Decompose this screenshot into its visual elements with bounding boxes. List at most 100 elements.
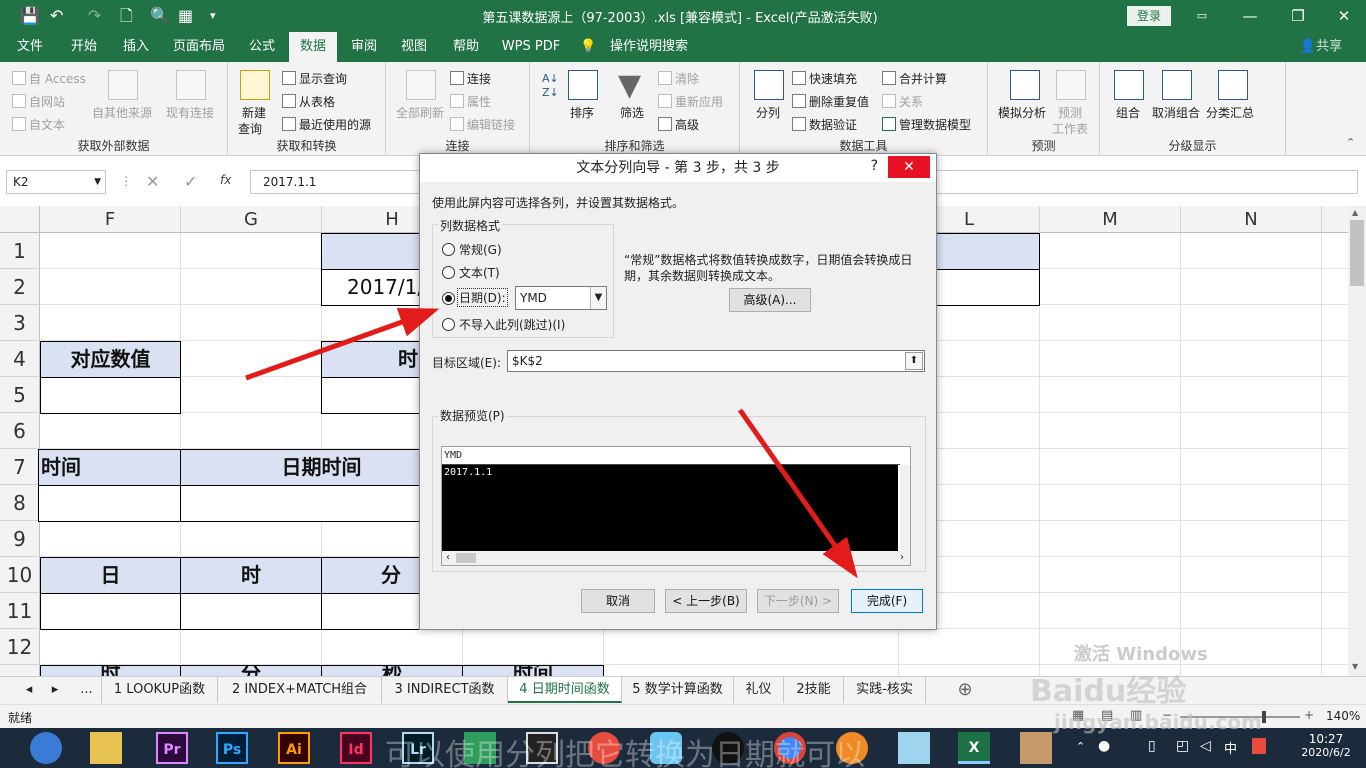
date-format-select[interactable]: YMD ▼: [515, 286, 607, 310]
tab-insert[interactable]: 插入: [114, 32, 158, 62]
sheet-tab-index-match[interactable]: 2 INDEX+MATCH组合: [218, 677, 382, 703]
cell-f7[interactable]: 时间: [38, 449, 181, 486]
collapse-ribbon-icon[interactable]: ⌃: [1346, 136, 1355, 149]
data-preview-box[interactable]: YMD 2017.1.1 ‹ ›: [441, 446, 911, 566]
save-icon[interactable]: 💾: [20, 6, 40, 26]
reapply-button[interactable]: 重新应用: [658, 93, 723, 110]
file-explorer-icon[interactable]: [90, 732, 122, 764]
cell-g13[interactable]: 分: [180, 665, 322, 676]
radio-date[interactable]: [442, 292, 455, 305]
destination-input[interactable]: $K$2 ⬆: [507, 350, 925, 372]
cell-g8[interactable]: [180, 485, 441, 522]
new-file-icon[interactable]: 🗋: [120, 6, 133, 26]
cell-f13[interactable]: 时: [40, 665, 181, 676]
row-header-5[interactable]: 5: [0, 377, 40, 413]
insert-function-icon[interactable]: fx: [220, 173, 231, 187]
preview-hscroll-thumb[interactable]: [456, 553, 476, 563]
tray-network-icon[interactable]: ◰: [1176, 738, 1189, 754]
cell-g7[interactable]: 日期时间: [180, 449, 441, 486]
sheet-tab-etiquette[interactable]: 礼仪: [734, 677, 784, 703]
row-header-12[interactable]: 12: [0, 629, 40, 665]
relationships-button[interactable]: 关系: [882, 93, 923, 110]
what-if-button[interactable]: 模拟分析: [998, 104, 1046, 121]
login-button[interactable]: 登录: [1127, 6, 1171, 26]
cell-f10[interactable]: 日: [40, 557, 181, 594]
select-all-corner[interactable]: [0, 206, 40, 233]
scroll-down-icon[interactable]: ▼: [1352, 662, 1358, 671]
sheet-more-button[interactable]: ...: [72, 677, 102, 703]
excel-icon[interactable]: X: [958, 732, 990, 764]
data-validation-button[interactable]: 数据验证: [792, 116, 857, 133]
row-header-6[interactable]: 6: [0, 413, 40, 449]
edit-links-button[interactable]: 编辑链接: [450, 116, 515, 133]
tray-battery-icon[interactable]: ▯: [1148, 738, 1156, 754]
tab-home[interactable]: 开始: [62, 32, 106, 62]
scroll-up-icon[interactable]: ▲: [1352, 208, 1358, 217]
tab-wps-pdf[interactable]: WPS PDF: [498, 32, 564, 62]
row-header-4[interactable]: 4: [0, 341, 40, 377]
existing-connections-button[interactable]: 现有连接: [166, 104, 214, 121]
sheet-tab-date-time[interactable]: 4 日期时间函数: [508, 677, 622, 703]
row-header-11[interactable]: 11: [0, 593, 40, 629]
radio-date-label[interactable]: 日期(D):: [457, 288, 508, 307]
chevron-down-icon[interactable]: ▼: [590, 287, 606, 309]
preview-vscroll[interactable]: [900, 465, 910, 551]
new-query-button[interactable]: 新建: [242, 104, 266, 121]
preview-column-data[interactable]: 2017.1.1: [442, 465, 898, 551]
name-box-dropdown-icon[interactable]: ▼: [94, 171, 101, 193]
row-header-1[interactable]: 1: [0, 233, 40, 269]
cell-h13[interactable]: 秒: [321, 665, 463, 676]
sheet-scroll-left-icon[interactable]: ◂: [18, 677, 40, 703]
tray-ime[interactable]: 中: [1224, 738, 1237, 757]
undo-icon[interactable]: ↶: [50, 6, 63, 26]
tray-volume-icon[interactable]: ◁: [1200, 738, 1211, 754]
scroll-thumb[interactable]: [1350, 220, 1364, 286]
scroll-left-icon[interactable]: ‹: [446, 552, 450, 563]
advanced-filter-button[interactable]: 高级: [658, 116, 699, 133]
radio-text[interactable]: [442, 266, 455, 279]
advanced-button[interactable]: 高级(A)...: [729, 288, 811, 312]
row-header-9[interactable]: 9: [0, 521, 40, 557]
tray-clock[interactable]: 10:27 2020/6/2: [1300, 732, 1352, 759]
row-header-3[interactable]: 3: [0, 305, 40, 341]
sheet-tab-math[interactable]: 5 数学计算函数: [622, 677, 734, 703]
add-sheet-button[interactable]: ⊕: [950, 677, 980, 703]
name-box[interactable]: K2 ▼: [6, 170, 106, 194]
radio-general[interactable]: [442, 243, 455, 256]
cell-f11[interactable]: [40, 593, 181, 630]
other-sources-button[interactable]: 自其他来源: [92, 104, 152, 121]
collapse-dialog-icon[interactable]: ⬆: [905, 352, 923, 370]
forecast-sheet-button[interactable]: 预测: [1058, 104, 1082, 121]
connections-button[interactable]: 连接: [450, 70, 491, 87]
row-header-7[interactable]: 7: [0, 449, 40, 485]
recent-sources-button[interactable]: 最近使用的源: [282, 116, 371, 133]
preview-hscroll[interactable]: ‹ ›: [442, 551, 910, 565]
cancel-formula-icon[interactable]: ✕: [146, 172, 159, 191]
premiere-icon[interactable]: Pr: [156, 732, 188, 764]
tab-formulas[interactable]: 公式: [240, 32, 284, 62]
forecast-sheet-button-2[interactable]: 工作表: [1052, 120, 1088, 137]
finish-button[interactable]: 完成(F): [851, 589, 923, 613]
browser-icon[interactable]: [30, 732, 62, 764]
tab-file[interactable]: 文件: [8, 32, 52, 62]
sort-az-icon[interactable]: A↓ Z↓: [542, 72, 559, 100]
column-header-n[interactable]: N: [1181, 206, 1322, 233]
sort-button[interactable]: 排序: [570, 104, 594, 121]
new-query-button-2[interactable]: 查询: [238, 120, 262, 137]
radio-skip-label[interactable]: 不导入此列(跳过)(I): [459, 316, 565, 333]
row-header-13[interactable]: [0, 665, 40, 676]
remove-duplicates-button[interactable]: 删除重复值: [792, 93, 869, 110]
cancel-button[interactable]: 取消: [581, 589, 655, 613]
tray-expand-icon[interactable]: ⌃: [1076, 740, 1085, 753]
column-header-g[interactable]: G: [181, 206, 322, 233]
illustrator-icon[interactable]: Ai: [278, 732, 310, 764]
row-header-10[interactable]: 10: [0, 557, 40, 593]
form-icon[interactable]: ▦: [178, 6, 193, 26]
from-text-button[interactable]: 自文本: [12, 116, 65, 133]
row-header-2[interactable]: 2: [0, 269, 40, 305]
from-access-button[interactable]: 自 Access: [12, 70, 86, 87]
preview-column-header[interactable]: YMD: [442, 447, 900, 465]
group-button[interactable]: 组合: [1116, 104, 1140, 121]
app-icon-light[interactable]: [898, 732, 930, 764]
from-table-button[interactable]: 从表格: [282, 93, 335, 110]
